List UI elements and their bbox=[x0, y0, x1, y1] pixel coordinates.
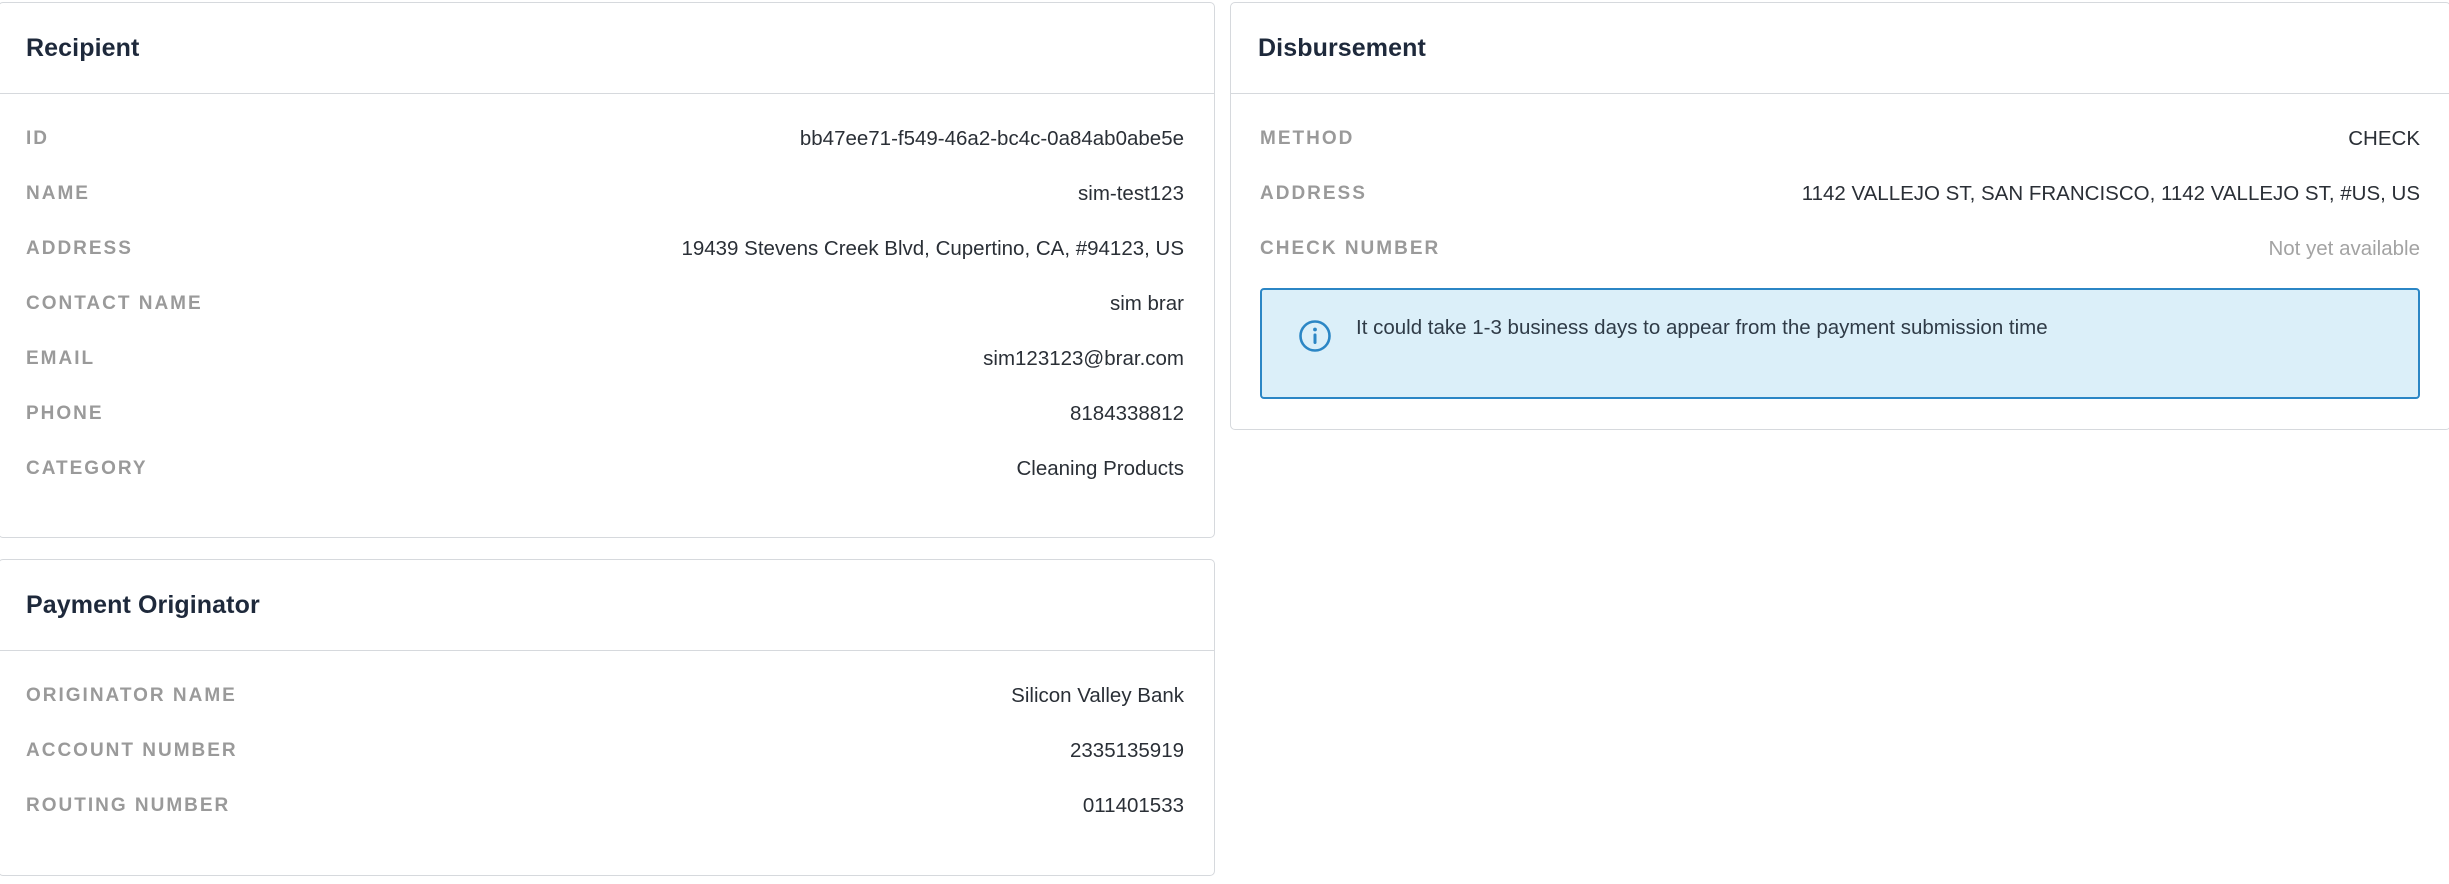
recipient-contact-name-row: CONTACT NAME sim brar bbox=[26, 276, 1184, 331]
disbursement-address-value: 1142 VALLEJO ST, SAN FRANCISCO, 1142 VAL… bbox=[1801, 181, 2420, 205]
recipient-contact-name-value: sim brar bbox=[1109, 291, 1184, 315]
disbursement-details: METHOD CHECK ADDRESS 1142 VALLEJO ST, SA… bbox=[1231, 94, 2449, 276]
recipient-card: Recipient ID bb47ee71-f549-46a2-bc4c-0a8… bbox=[0, 2, 1215, 538]
payment-originator-card-header: Payment Originator bbox=[0, 560, 1214, 651]
recipient-name-value: sim-test123 bbox=[1078, 181, 1184, 205]
method-row: METHOD CHECK bbox=[1260, 111, 2420, 166]
recipient-address-value: 19439 Stevens Creek Blvd, Cupertino, CA,… bbox=[681, 236, 1184, 260]
recipient-email-value: sim123123@brar.com bbox=[983, 346, 1184, 370]
recipient-card-header: Recipient bbox=[0, 3, 1214, 94]
recipient-address-label: ADDRESS bbox=[26, 237, 133, 259]
recipient-id-label: ID bbox=[26, 127, 49, 149]
routing-number-value: 011401533 bbox=[1082, 793, 1184, 817]
recipient-name-label: NAME bbox=[26, 182, 90, 204]
recipient-details: ID bb47ee71-f549-46a2-bc4c-0a84ab0abe5e … bbox=[0, 94, 1214, 496]
check-number-row: CHECK NUMBER Not yet available bbox=[1260, 221, 2420, 276]
recipient-category-value: Cleaning Products bbox=[1016, 456, 1184, 480]
recipient-id-row: ID bb47ee71-f549-46a2-bc4c-0a84ab0abe5e bbox=[26, 111, 1184, 166]
recipient-name-row: NAME sim-test123 bbox=[26, 166, 1184, 221]
recipient-address-row: ADDRESS 19439 Stevens Creek Blvd, Cupert… bbox=[26, 221, 1184, 276]
account-number-value: 2335135919 bbox=[1069, 738, 1184, 762]
recipient-phone-value: 8184338812 bbox=[1069, 401, 1184, 425]
payment-originator-card: Payment Originator ORIGINATOR NAME Silic… bbox=[0, 559, 1215, 876]
recipient-phone-label: PHONE bbox=[26, 402, 104, 424]
disbursement-card-header: Disbursement bbox=[1231, 3, 2449, 94]
recipient-category-row: CATEGORY Cleaning Products bbox=[26, 441, 1184, 496]
check-number-value: Not yet available bbox=[2268, 236, 2420, 260]
recipient-contact-name-label: CONTACT NAME bbox=[26, 292, 203, 314]
originator-name-value: Silicon Valley Bank bbox=[1011, 683, 1184, 707]
method-value: CHECK bbox=[2348, 126, 2420, 150]
routing-number-row: ROUTING NUMBER 011401533 bbox=[26, 778, 1184, 833]
originator-name-row: ORIGINATOR NAME Silicon Valley Bank bbox=[26, 668, 1184, 723]
account-number-row: ACCOUNT NUMBER 2335135919 bbox=[26, 723, 1184, 778]
disbursement-address-row: ADDRESS 1142 VALLEJO ST, SAN FRANCISCO, … bbox=[1260, 166, 2420, 221]
info-notice-text: It could take 1-3 business days to appea… bbox=[1356, 316, 2048, 339]
account-number-label: ACCOUNT NUMBER bbox=[26, 739, 238, 761]
info-notice: It could take 1-3 business days to appea… bbox=[1260, 288, 2420, 399]
recipient-email-row: EMAIL sim123123@brar.com bbox=[26, 331, 1184, 386]
recipient-email-label: EMAIL bbox=[26, 347, 96, 369]
recipient-category-label: CATEGORY bbox=[26, 457, 148, 479]
disbursement-card-title: Disbursement bbox=[1258, 33, 1426, 62]
payment-originator-card-title: Payment Originator bbox=[26, 590, 260, 619]
originator-name-label: ORIGINATOR NAME bbox=[26, 684, 237, 706]
disbursement-address-label: ADDRESS bbox=[1260, 182, 1367, 204]
check-number-label: CHECK NUMBER bbox=[1260, 237, 1441, 259]
method-label: METHOD bbox=[1260, 127, 1355, 149]
routing-number-label: ROUTING NUMBER bbox=[26, 794, 231, 816]
recipient-id-value: bb47ee71-f549-46a2-bc4c-0a84ab0abe5e bbox=[799, 126, 1184, 150]
recipient-card-title: Recipient bbox=[26, 33, 140, 62]
info-icon bbox=[1298, 319, 1332, 353]
payment-originator-details: ORIGINATOR NAME Silicon Valley Bank ACCO… bbox=[0, 651, 1214, 833]
disbursement-card: Disbursement METHOD CHECK ADDRESS 1142 V… bbox=[1230, 2, 2449, 430]
recipient-phone-row: PHONE 8184338812 bbox=[26, 386, 1184, 441]
